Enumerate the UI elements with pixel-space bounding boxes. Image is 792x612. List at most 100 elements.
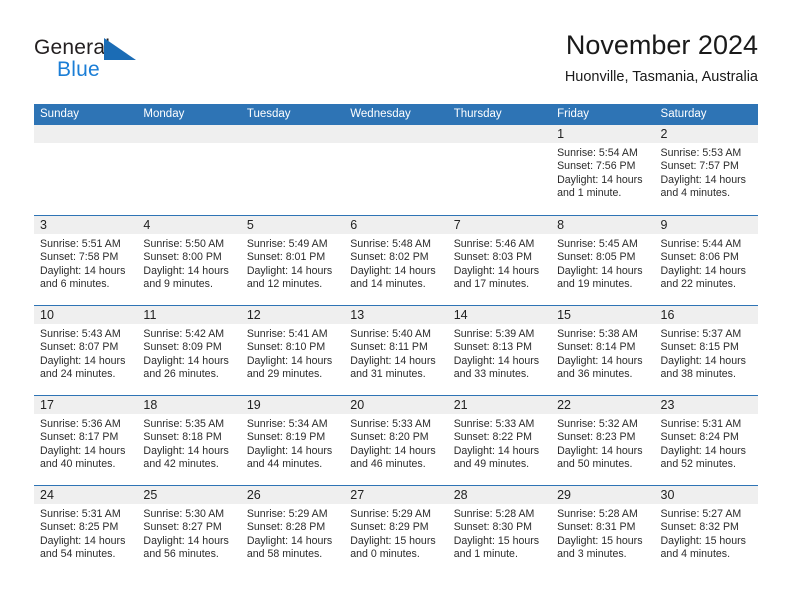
sunrise-text: Sunrise: 5:31 AM (660, 418, 742, 430)
day-number-strip (137, 125, 241, 143)
calendar-day-cell[interactable]: 21 Sunrise: 5:33 AM Sunset: 8:22 PM Dayligh… (447, 396, 552, 485)
sunrise-text: Sunrise: 5:27 AM (660, 508, 742, 520)
calendar-day-cell[interactable]: 6 Sunrise: 5:48 AM Sunset: 8:02 PM Daylight… (344, 216, 448, 305)
day-details: Sunrise: 5:29 AM Sunset: 8:29 PM Daylight:… (344, 504, 447, 562)
daylight-text-cont: and 33 minutes. (453, 368, 530, 381)
sunrise-text: Sunrise: 5:51 AM (40, 238, 121, 250)
daylight-text: Daylight: 14 hours (557, 444, 643, 457)
daylight-text-cont: and 36 minutes. (557, 368, 633, 381)
day-details: Sunrise: 5:31 AM Sunset: 8:24 PM Daylight:… (655, 414, 758, 472)
calendar-weeks: 1 Sunrise: 5:54 AM Sunset: 7:56 PM Daylight… (34, 125, 758, 575)
calendar-day-cell[interactable]: 9 Sunrise: 5:44 AM Sunset: 8:06 PM Daylight… (654, 216, 758, 305)
calendar-day-cell[interactable]: 10 Sunrise: 5:43 AM Sunset: 8:07 PM Dayligh… (34, 306, 138, 395)
day-number: 23 (660, 398, 675, 412)
calendar-day-cell[interactable]: 11 Sunrise: 5:42 AM Sunset: 8:09 PM Dayligh… (137, 306, 241, 395)
sunrise-text: Sunrise: 5:29 AM (246, 508, 328, 520)
weekday-header-friday: Friday (557, 108, 590, 120)
daylight-text-cont: and 4 minutes. (660, 548, 731, 561)
sunset-text: Sunset: 8:03 PM (453, 251, 533, 264)
daylight-text-cont: and 46 minutes. (350, 458, 426, 471)
daylight-text-cont: and 52 minutes. (660, 458, 736, 471)
daylight-text: Daylight: 14 hours (557, 264, 643, 277)
day-number-strip: 19 (240, 396, 345, 414)
calendar-day-cell[interactable]: 20 Sunrise: 5:33 AM Sunset: 8:20 PM Dayligh… (344, 396, 448, 485)
day-details: Sunrise: 5:51 AM Sunset: 7:58 PM Daylight:… (34, 234, 137, 292)
day-number-strip: 10 (34, 306, 138, 324)
calendar-day-cell[interactable]: 23 Sunrise: 5:31 AM Sunset: 8:24 PM Dayligh… (654, 396, 758, 485)
day-details: Sunrise: 5:43 AM Sunset: 8:07 PM Daylight:… (34, 324, 137, 382)
daylight-text-cont: and 0 minutes. (350, 548, 420, 561)
sunrise-text: Sunrise: 5:49 AM (246, 238, 328, 250)
day-number: 17 (40, 398, 54, 412)
calendar-day-cell[interactable]: 28 Sunrise: 5:28 AM Sunset: 8:30 PM Dayligh… (447, 486, 552, 575)
daylight-text-cont: and 6 minutes. (40, 278, 110, 291)
day-details (34, 143, 137, 147)
sunrise-text: Sunrise: 5:33 AM (350, 418, 431, 430)
calendar-day-cell[interactable]: 16 Sunrise: 5:37 AM Sunset: 8:15 PM Dayligh… (654, 306, 758, 395)
daylight-text-cont: and 31 minutes. (350, 368, 426, 381)
day-details: Sunrise: 5:40 AM Sunset: 8:11 PM Daylight:… (344, 324, 447, 382)
weekday-header-row: Sunday Monday Tuesday Wednesday Thursday Frid… (34, 104, 758, 125)
calendar-day-cell[interactable]: 12 Sunrise: 5:41 AM Sunset: 8:10 PM Dayligh… (240, 306, 345, 395)
calendar-day-cell[interactable]: 3 Sunrise: 5:51 AM Sunset: 7:58 PM Daylight… (34, 216, 138, 305)
sunrise-text: Sunrise: 5:43 AM (40, 328, 121, 340)
calendar-day-cell[interactable]: 5 Sunrise: 5:49 AM Sunset: 8:01 PM Daylight… (240, 216, 345, 305)
day-number-strip: 12 (240, 306, 345, 324)
weekday-header-monday: Monday (143, 108, 185, 120)
calendar-day-cell[interactable]: 13 Sunrise: 5:40 AM Sunset: 8:11 PM Dayligh… (344, 306, 448, 395)
sunrise-text: Sunrise: 5:29 AM (350, 508, 431, 520)
daylight-text-cont: and 1 minute. (453, 548, 518, 561)
day-number: 7 (453, 218, 461, 232)
sunset-text: Sunset: 7:56 PM (557, 160, 636, 173)
daylight-text-cont: and 40 minutes. (40, 458, 116, 471)
brand-logo[interactable]: General Blue (34, 36, 164, 84)
day-number: 4 (143, 218, 151, 232)
daylight-text: Daylight: 14 hours (557, 173, 643, 186)
weekday-header-saturday: Saturday (660, 108, 707, 120)
calendar-day-cell[interactable]: 14 Sunrise: 5:39 AM Sunset: 8:13 PM Dayligh… (447, 306, 552, 395)
daylight-text: Daylight: 14 hours (350, 264, 436, 277)
calendar-day-cell[interactable]: 25 Sunrise: 5:30 AM Sunset: 8:27 PM Dayligh… (137, 486, 241, 575)
calendar-day-cell[interactable]: 22 Sunrise: 5:32 AM Sunset: 8:23 PM Dayligh… (551, 396, 655, 485)
day-number-strip (447, 125, 552, 143)
daylight-text: Daylight: 14 hours (40, 264, 126, 277)
daylight-text: Daylight: 14 hours (143, 444, 229, 457)
day-details: Sunrise: 5:36 AM Sunset: 8:17 PM Daylight:… (34, 414, 137, 472)
calendar-day-cell[interactable]: 24 Sunrise: 5:31 AM Sunset: 8:25 PM Dayligh… (34, 486, 138, 575)
sunrise-text: Sunrise: 5:54 AM (557, 147, 638, 159)
daylight-text-cont: and 9 minutes. (143, 278, 213, 291)
calendar-day-cell[interactable]: 30 Sunrise: 5:27 AM Sunset: 8:32 PM Dayligh… (654, 486, 758, 575)
day-number-strip: 21 (447, 396, 552, 414)
calendar-page: General Blue November 2024 Huonville, Ta… (0, 0, 792, 612)
day-number-strip: 6 (344, 216, 448, 234)
day-number-strip (34, 125, 138, 143)
calendar-day-cell[interactable]: 29 Sunrise: 5:28 AM Sunset: 8:31 PM Dayligh… (551, 486, 655, 575)
sunset-text: Sunset: 8:09 PM (143, 341, 222, 354)
weekday-header-tuesday: Tuesday (246, 108, 291, 120)
calendar-day-cell-empty (137, 125, 241, 215)
sunrise-text: Sunrise: 5:34 AM (246, 418, 328, 430)
calendar-day-cell[interactable]: 26 Sunrise: 5:29 AM Sunset: 8:28 PM Dayligh… (240, 486, 345, 575)
calendar-day-cell[interactable]: 15 Sunrise: 5:38 AM Sunset: 8:14 PM Dayligh… (551, 306, 655, 395)
calendar-day-cell[interactable]: 2 Sunrise: 5:53 AM Sunset: 7:57 PM Daylight… (654, 125, 758, 215)
calendar-day-cell[interactable]: 7 Sunrise: 5:46 AM Sunset: 8:03 PM Daylight… (447, 216, 552, 305)
sunrise-text: Sunrise: 5:32 AM (557, 418, 638, 430)
calendar-day-cell[interactable]: 8 Sunrise: 5:45 AM Sunset: 8:05 PM Daylight… (551, 216, 655, 305)
sunset-text: Sunset: 8:13 PM (453, 341, 533, 354)
day-number-strip: 1 (551, 125, 655, 143)
day-number: 29 (557, 488, 572, 502)
calendar-day-cell[interactable]: 19 Sunrise: 5:34 AM Sunset: 8:19 PM Dayligh… (240, 396, 345, 485)
sunset-text: Sunset: 8:31 PM (557, 521, 636, 534)
sunrise-text: Sunrise: 5:38 AM (557, 328, 638, 340)
calendar-day-cell[interactable]: 1 Sunrise: 5:54 AM Sunset: 7:56 PM Daylight… (551, 125, 655, 215)
daylight-text: Daylight: 14 hours (350, 354, 436, 367)
day-details: Sunrise: 5:49 AM Sunset: 8:01 PM Daylight:… (241, 234, 344, 292)
calendar-day-cell[interactable]: 4 Sunrise: 5:50 AM Sunset: 8:00 PM Daylight… (137, 216, 241, 305)
calendar-day-cell[interactable]: 17 Sunrise: 5:36 AM Sunset: 8:17 PM Dayligh… (34, 396, 138, 485)
calendar-day-cell[interactable]: 27 Sunrise: 5:29 AM Sunset: 8:29 PM Dayligh… (344, 486, 448, 575)
day-number-strip: 11 (137, 306, 241, 324)
day-number-strip: 28 (447, 486, 552, 504)
sunset-text: Sunset: 8:29 PM (350, 521, 429, 534)
calendar-day-cell[interactable]: 18 Sunrise: 5:35 AM Sunset: 8:18 PM Dayligh… (137, 396, 241, 485)
day-number-strip: 15 (551, 306, 655, 324)
